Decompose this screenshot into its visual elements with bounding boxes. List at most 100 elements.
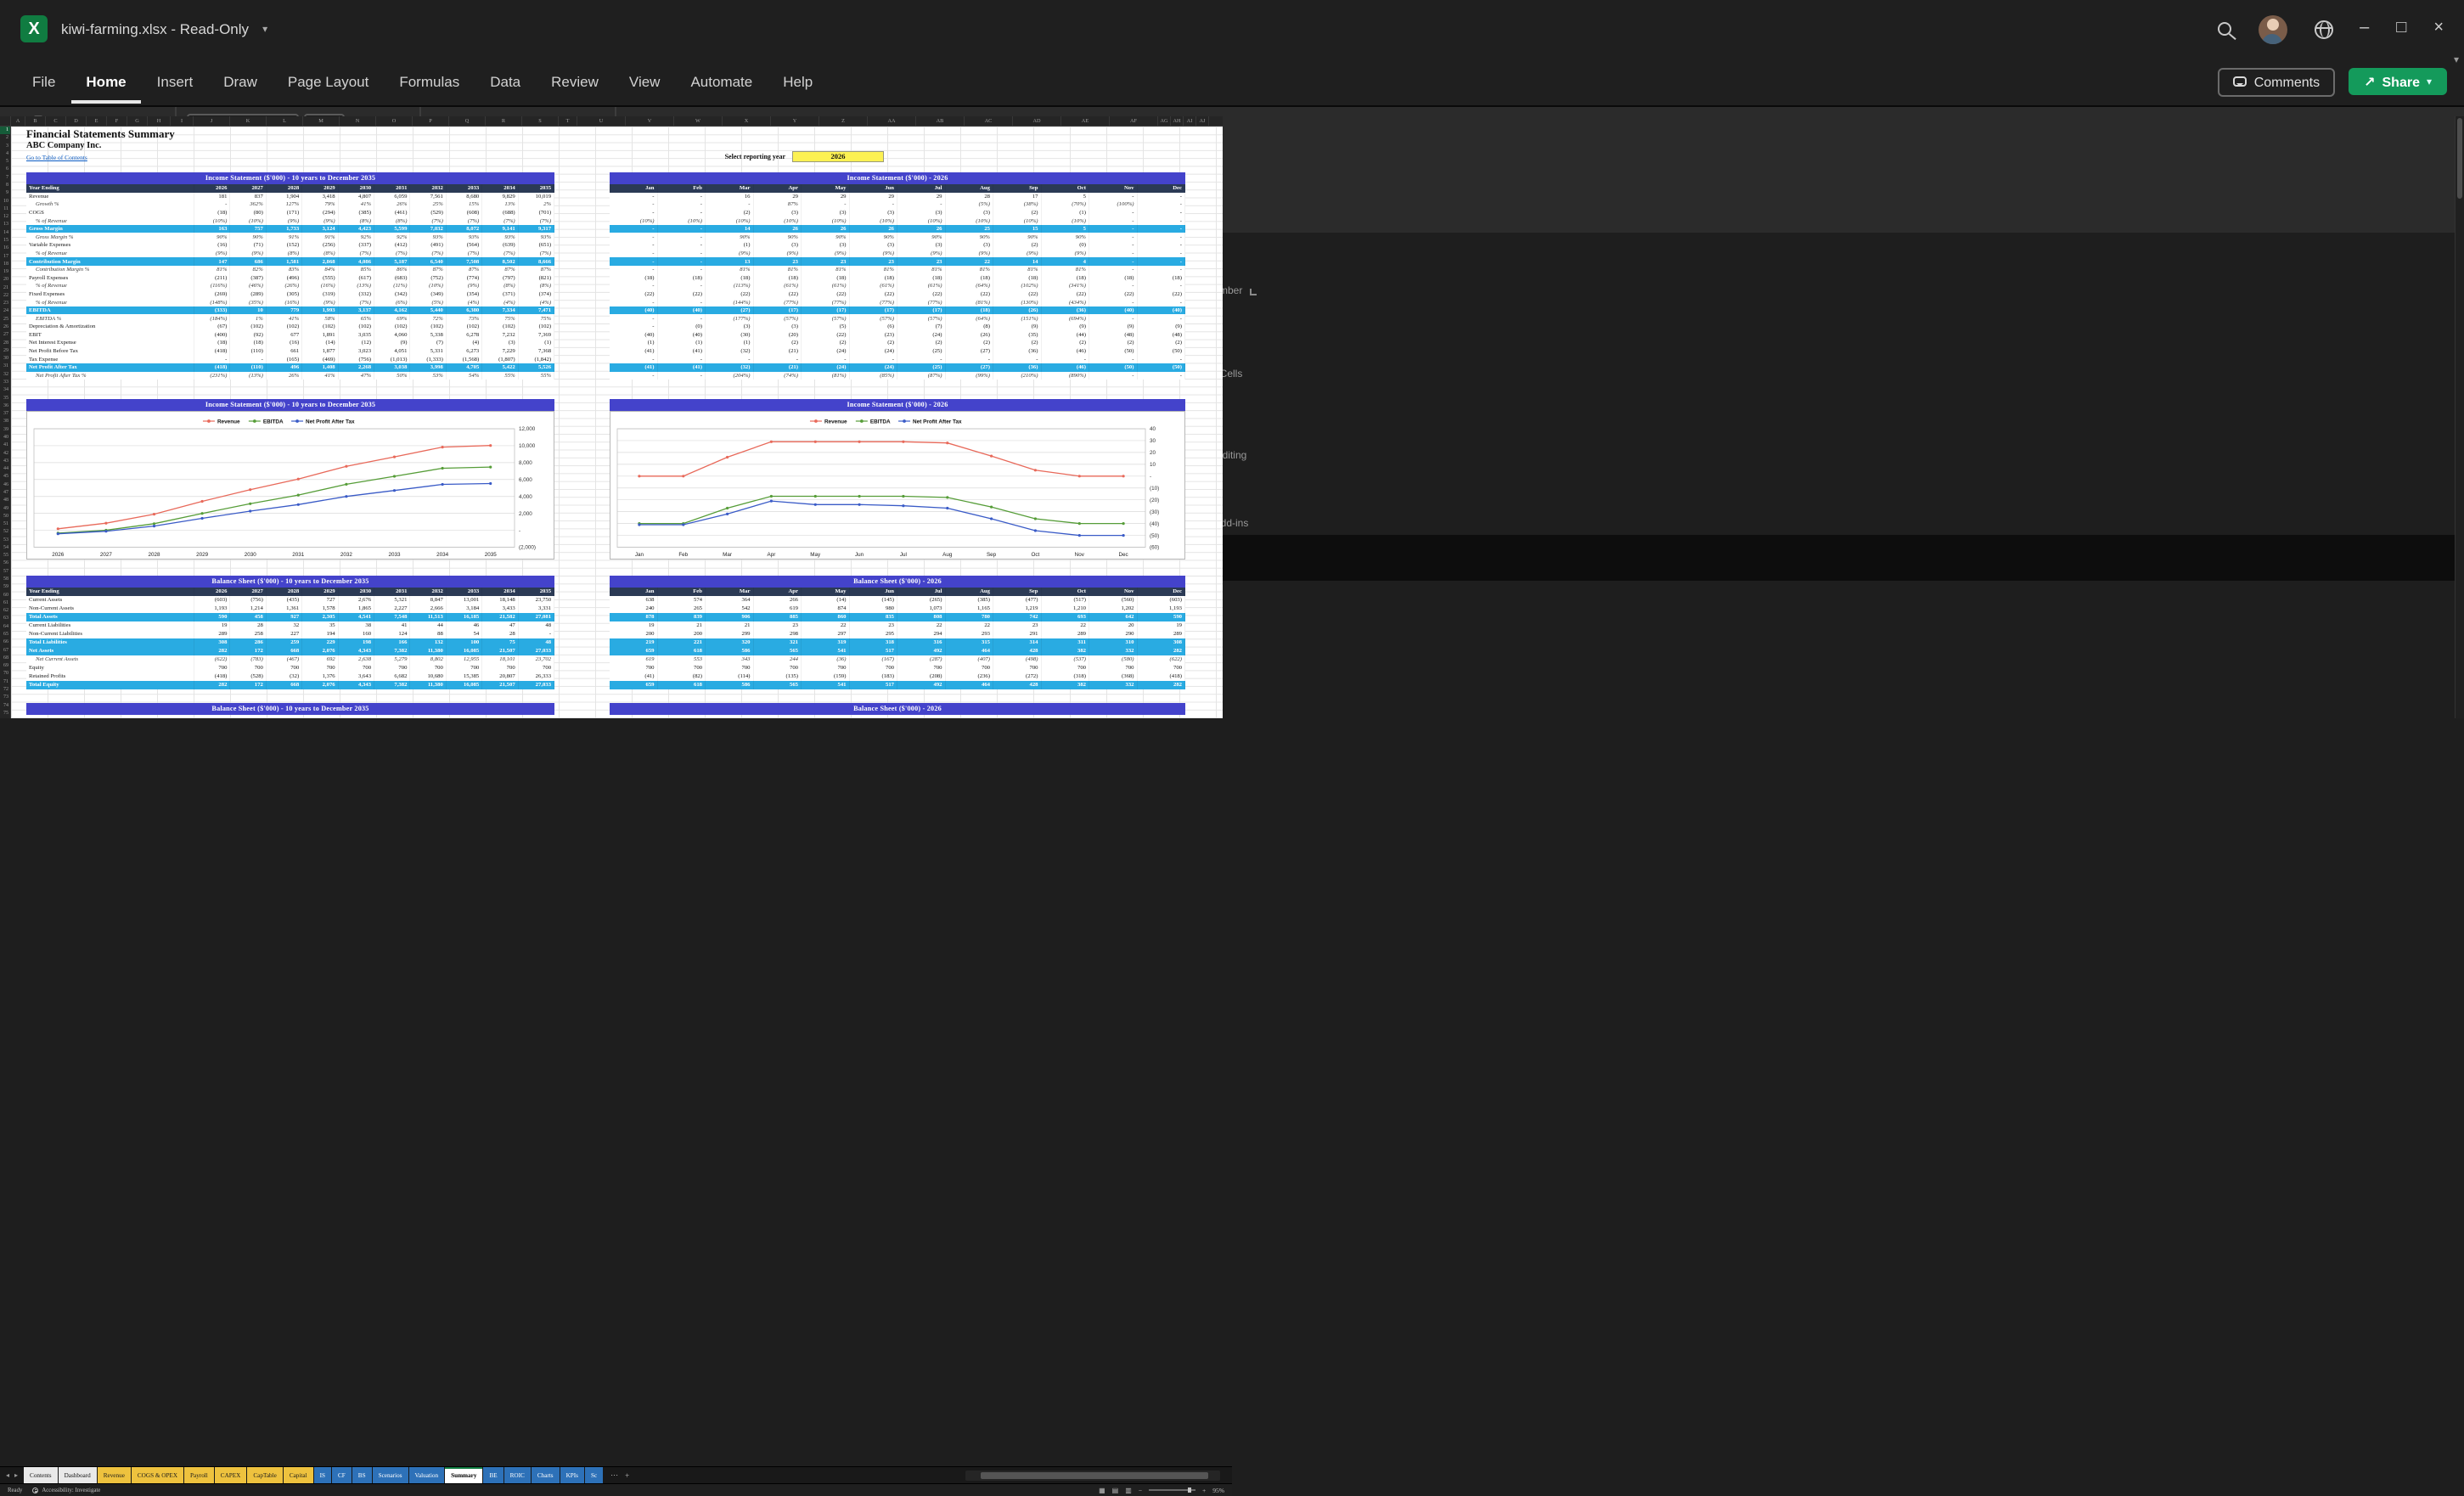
cell[interactable]: (272) — [993, 672, 1042, 681]
cell[interactable]: (385) — [339, 209, 374, 217]
cell[interactable]: (236) — [946, 672, 994, 681]
row-label-cell[interactable]: % of Revenue — [26, 217, 194, 225]
menu-page-layout[interactable]: Page Layout — [273, 59, 384, 104]
cell[interactable]: (18) — [1042, 273, 1090, 282]
accessibility-status[interactable]: Accessibility: Investigate — [32, 1488, 100, 1493]
cell[interactable]: (1) — [658, 339, 706, 347]
header-cell[interactable]: 2029 — [302, 184, 338, 193]
cell[interactable]: (1) — [706, 241, 754, 250]
cell[interactable]: 541 — [802, 647, 850, 655]
cell[interactable]: 4 — [1042, 257, 1090, 266]
cell[interactable]: 90% — [850, 233, 898, 241]
cell[interactable]: (477) — [993, 596, 1042, 605]
cell[interactable]: - — [1089, 193, 1138, 201]
cell[interactable]: 297 — [802, 630, 850, 638]
cell[interactable]: (16%) — [267, 298, 302, 307]
cell[interactable]: 16,085 — [447, 647, 482, 655]
cell[interactable]: (8%) — [374, 217, 410, 225]
cell[interactable]: 55% — [482, 372, 518, 380]
select-all-corner[interactable] — [0, 116, 11, 126]
column-header-I[interactable]: I — [171, 116, 194, 126]
row-header-71[interactable]: 71 — [0, 678, 10, 686]
cell[interactable]: (289) — [230, 290, 266, 299]
cell[interactable]: (152) — [267, 241, 302, 250]
sheet-tab-capex[interactable]: CAPEX — [215, 1467, 247, 1483]
row-label-cell[interactable]: Net Interest Expense — [26, 339, 194, 347]
cell[interactable]: (40) — [610, 331, 658, 340]
cell[interactable]: 3,023 — [339, 347, 374, 356]
page-layout-view-icon[interactable]: ▤ — [1112, 1487, 1119, 1494]
cell[interactable]: (77%) — [897, 298, 946, 307]
row-label-cell[interactable]: Contribution Margin — [26, 257, 194, 266]
cell[interactable]: 93% — [519, 233, 554, 241]
vertical-scrollbar-thumb[interactable] — [2457, 118, 2462, 199]
cell[interactable]: 3,433 — [482, 605, 518, 613]
cell[interactable]: 72% — [410, 314, 446, 323]
cell[interactable]: 700 — [1042, 664, 1090, 672]
cell[interactable]: 27,081 — [519, 613, 554, 621]
cell[interactable]: (36) — [993, 347, 1042, 356]
cell[interactable]: - — [993, 355, 1042, 363]
cell[interactable]: 3,184 — [447, 605, 482, 613]
cell[interactable]: 2,638 — [339, 655, 374, 664]
cell[interactable]: 6,059 — [374, 193, 410, 201]
cell[interactable]: 2,227 — [374, 605, 410, 613]
header-cell[interactable]: 2032 — [410, 184, 446, 193]
normal-view-icon[interactable]: ▦ — [1099, 1487, 1105, 1494]
cell[interactable]: 87% — [410, 266, 446, 274]
header-cell[interactable]: Apr — [754, 588, 802, 596]
cell[interactable]: 46 — [447, 621, 482, 630]
cell[interactable]: - — [1089, 314, 1138, 323]
cell[interactable]: 1,202 — [1089, 605, 1138, 613]
cell[interactable]: (9) — [1138, 323, 1186, 331]
cell[interactable]: - — [850, 200, 898, 209]
cell[interactable]: (7%) — [410, 217, 446, 225]
row-header-62[interactable]: 62 — [0, 607, 10, 615]
cell[interactable]: 265 — [658, 605, 706, 613]
cell[interactable]: 294 — [897, 630, 946, 638]
row-header-36[interactable]: 36 — [0, 402, 10, 410]
cell[interactable]: 5,321 — [374, 596, 410, 605]
row-header-32[interactable]: 32 — [0, 371, 10, 379]
column-header-N[interactable]: N — [340, 116, 376, 126]
header-cell[interactable]: 2031 — [374, 588, 410, 596]
cell[interactable]: 677 — [267, 331, 302, 340]
cell[interactable]: (36) — [802, 655, 850, 664]
cell[interactable]: (7%) — [482, 250, 518, 258]
cell[interactable]: 50% — [374, 372, 410, 380]
cell[interactable]: (32) — [706, 347, 754, 356]
cell[interactable]: (41) — [610, 347, 658, 356]
cell[interactable]: - — [802, 200, 850, 209]
cell[interactable]: (8%) — [267, 250, 302, 258]
cell[interactable]: 700 — [706, 664, 754, 672]
cell[interactable]: 808 — [897, 613, 946, 621]
cell[interactable]: 23 — [993, 621, 1042, 630]
cell[interactable]: (7%) — [482, 217, 518, 225]
column-header-W[interactable]: W — [674, 116, 723, 126]
column-header-O[interactable]: O — [376, 116, 413, 126]
cell[interactable]: (467) — [267, 655, 302, 664]
cell[interactable]: 19 — [194, 621, 230, 630]
row-header-25[interactable]: 25 — [0, 316, 10, 323]
cell[interactable]: (22) — [802, 331, 850, 340]
cell[interactable]: 7,369 — [519, 331, 554, 340]
cell[interactable]: 19 — [1138, 621, 1186, 630]
cell[interactable]: (318) — [1042, 672, 1090, 681]
cell[interactable]: 3,038 — [374, 363, 410, 372]
cell[interactable]: (354) — [447, 290, 482, 299]
more-sheets-icon[interactable]: ⋯ — [610, 1471, 618, 1480]
close-button[interactable]: × — [2433, 20, 2444, 37]
cell[interactable]: (2) — [1089, 339, 1138, 347]
row-header-15[interactable]: 15 — [0, 237, 10, 245]
cell[interactable]: 282 — [1138, 681, 1186, 689]
cell[interactable]: (159) — [802, 672, 850, 681]
cell[interactable]: 428 — [993, 681, 1042, 689]
cell[interactable]: 32 — [267, 621, 302, 630]
report-year-cell[interactable]: 2026 — [792, 151, 884, 162]
cell[interactable]: 927 — [267, 613, 302, 621]
cell[interactable]: (40) — [1138, 307, 1186, 315]
header-cell[interactable]: Aug — [946, 588, 994, 596]
cell[interactable]: - — [1138, 282, 1186, 290]
header-cell[interactable]: 2031 — [374, 184, 410, 193]
cell[interactable]: (50) — [1138, 363, 1186, 372]
